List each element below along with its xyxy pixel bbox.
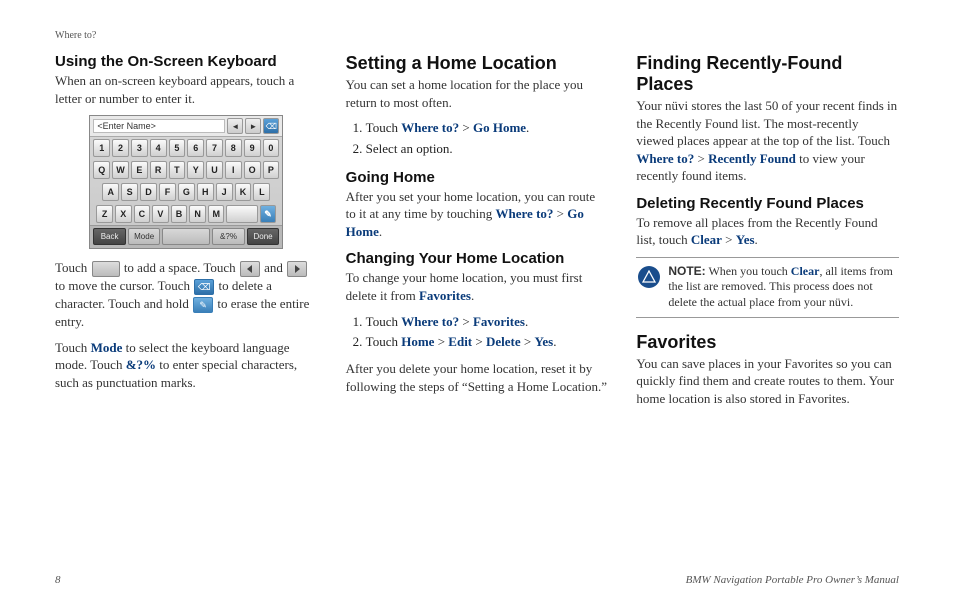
heading-delete-recent: Deleting Recently Found Places [636, 195, 899, 212]
kb-key: 0 [263, 139, 280, 157]
kb-cursor-right-icon: ► [245, 118, 261, 134]
text-keyboard-instructions: Touch to add a space. Touch and to move … [55, 259, 318, 331]
column-1: Using the On-Screen Keyboard When an on-… [55, 53, 318, 415]
kb-key: D [140, 183, 157, 201]
heading-set-home: Setting a Home Location [346, 53, 609, 74]
kb-cursor-left-icon: ◄ [227, 118, 243, 134]
kb-key: X [115, 205, 132, 223]
kb-backspace-icon: ⌫ [263, 118, 279, 134]
kb-key: A [102, 183, 119, 201]
link-clear: Clear [691, 232, 722, 247]
kb-key: 4 [150, 139, 167, 157]
heading-keyboard: Using the On-Screen Keyboard [55, 53, 318, 70]
breadcrumb: Where to? [55, 30, 899, 41]
heading-change-home: Changing Your Home Location [346, 250, 609, 267]
kb-key: S [121, 183, 138, 201]
kb-key: G [178, 183, 195, 201]
kb-key: L [253, 183, 270, 201]
keyboard-screenshot: <Enter Name> ◄ ► ⌫ 1234567890 QWERTYUIOP… [89, 115, 283, 249]
kb-space-button [162, 228, 210, 245]
kb-key: F [159, 183, 176, 201]
text-set-home: You can set a home location for the plac… [346, 76, 609, 111]
kb-key: P [263, 161, 280, 179]
heading-recent: Finding Recently-Found Places [636, 53, 899, 95]
kb-key: 6 [187, 139, 204, 157]
link-where-to: Where to? [401, 120, 459, 135]
kb-key: Y [187, 161, 204, 179]
kb-key: V [152, 205, 169, 223]
kb-key: 8 [225, 139, 242, 157]
link-where-to-2: Where to? [496, 206, 554, 221]
kb-key: N [189, 205, 206, 223]
kb-symbols-button: &?% [212, 228, 245, 245]
heading-going-home: Going Home [346, 169, 609, 186]
space-icon [92, 261, 120, 277]
kb-done-button: Done [247, 228, 280, 245]
kb-key: Z [96, 205, 113, 223]
erase-icon [193, 297, 213, 313]
kb-mode-button: Mode [128, 228, 161, 245]
note-label: NOTE: [668, 264, 705, 278]
kb-key: M [208, 205, 225, 223]
kb-key: Q [93, 161, 110, 179]
kb-erase: ✎ [260, 205, 277, 223]
link-go-home: Go Home [473, 120, 526, 135]
kb-key: T [169, 161, 186, 179]
link-yes: Yes [736, 232, 755, 247]
kb-key: C [134, 205, 151, 223]
footer-title: BMW Navigation Portable Pro Owner’s Manu… [686, 574, 899, 586]
kb-key: 3 [131, 139, 148, 157]
steps-change-home: Touch Where to? > Favorites. Touch Home … [346, 313, 609, 353]
kb-key: 7 [206, 139, 223, 157]
kb-key: R [150, 161, 167, 179]
column-3: Finding Recently-Found Places Your nüvi … [636, 53, 899, 415]
kb-key: K [235, 183, 252, 201]
heading-favorites: Favorites [636, 332, 899, 353]
text-reset-home: After you delete your home location, res… [346, 360, 609, 395]
note-icon [638, 266, 660, 288]
text-going-home: After you set your home location, you ca… [346, 188, 609, 241]
kb-key: H [197, 183, 214, 201]
link-mode: Mode [91, 340, 123, 355]
kb-key: 9 [244, 139, 261, 157]
text-mode-instructions: Touch Mode to select the keyboard langua… [55, 339, 318, 392]
cursor-left-icon [240, 261, 260, 277]
steps-set-home: Touch Where to? > Go Home. Select an opt… [346, 119, 609, 159]
link-symbols: &?% [126, 357, 156, 372]
text-favorites: You can save places in your Favorites so… [636, 355, 899, 408]
link-recently-found: Recently Found [708, 151, 796, 166]
kb-key: U [206, 161, 223, 179]
kb-key: B [171, 205, 188, 223]
note-box: NOTE: When you touch Clear, all items fr… [636, 257, 899, 318]
kb-back-button: Back [93, 228, 126, 245]
text-recent: Your nüvi stores the last 50 of your rec… [636, 97, 899, 185]
kb-key: I [225, 161, 242, 179]
kb-placeholder: <Enter Name> [93, 119, 225, 133]
kb-space [226, 205, 257, 223]
kb-key: 5 [169, 139, 186, 157]
kb-key: J [216, 183, 233, 201]
kb-key: 1 [93, 139, 110, 157]
kb-key: E [131, 161, 148, 179]
link-where-to-3: Where to? [636, 151, 694, 166]
kb-key: W [112, 161, 129, 179]
link-favorites: Favorites [419, 288, 471, 303]
page-number: 8 [55, 574, 61, 586]
delete-icon [194, 279, 214, 295]
kb-key: 2 [112, 139, 129, 157]
text-delete-recent: To remove all places from the Recently F… [636, 214, 899, 249]
text-intro: When an on-screen keyboard appears, touc… [55, 72, 318, 107]
text-change-home: To change your home location, you must f… [346, 269, 609, 304]
cursor-right-icon [287, 261, 307, 277]
kb-key: O [244, 161, 261, 179]
column-2: Setting a Home Location You can set a ho… [346, 53, 609, 415]
